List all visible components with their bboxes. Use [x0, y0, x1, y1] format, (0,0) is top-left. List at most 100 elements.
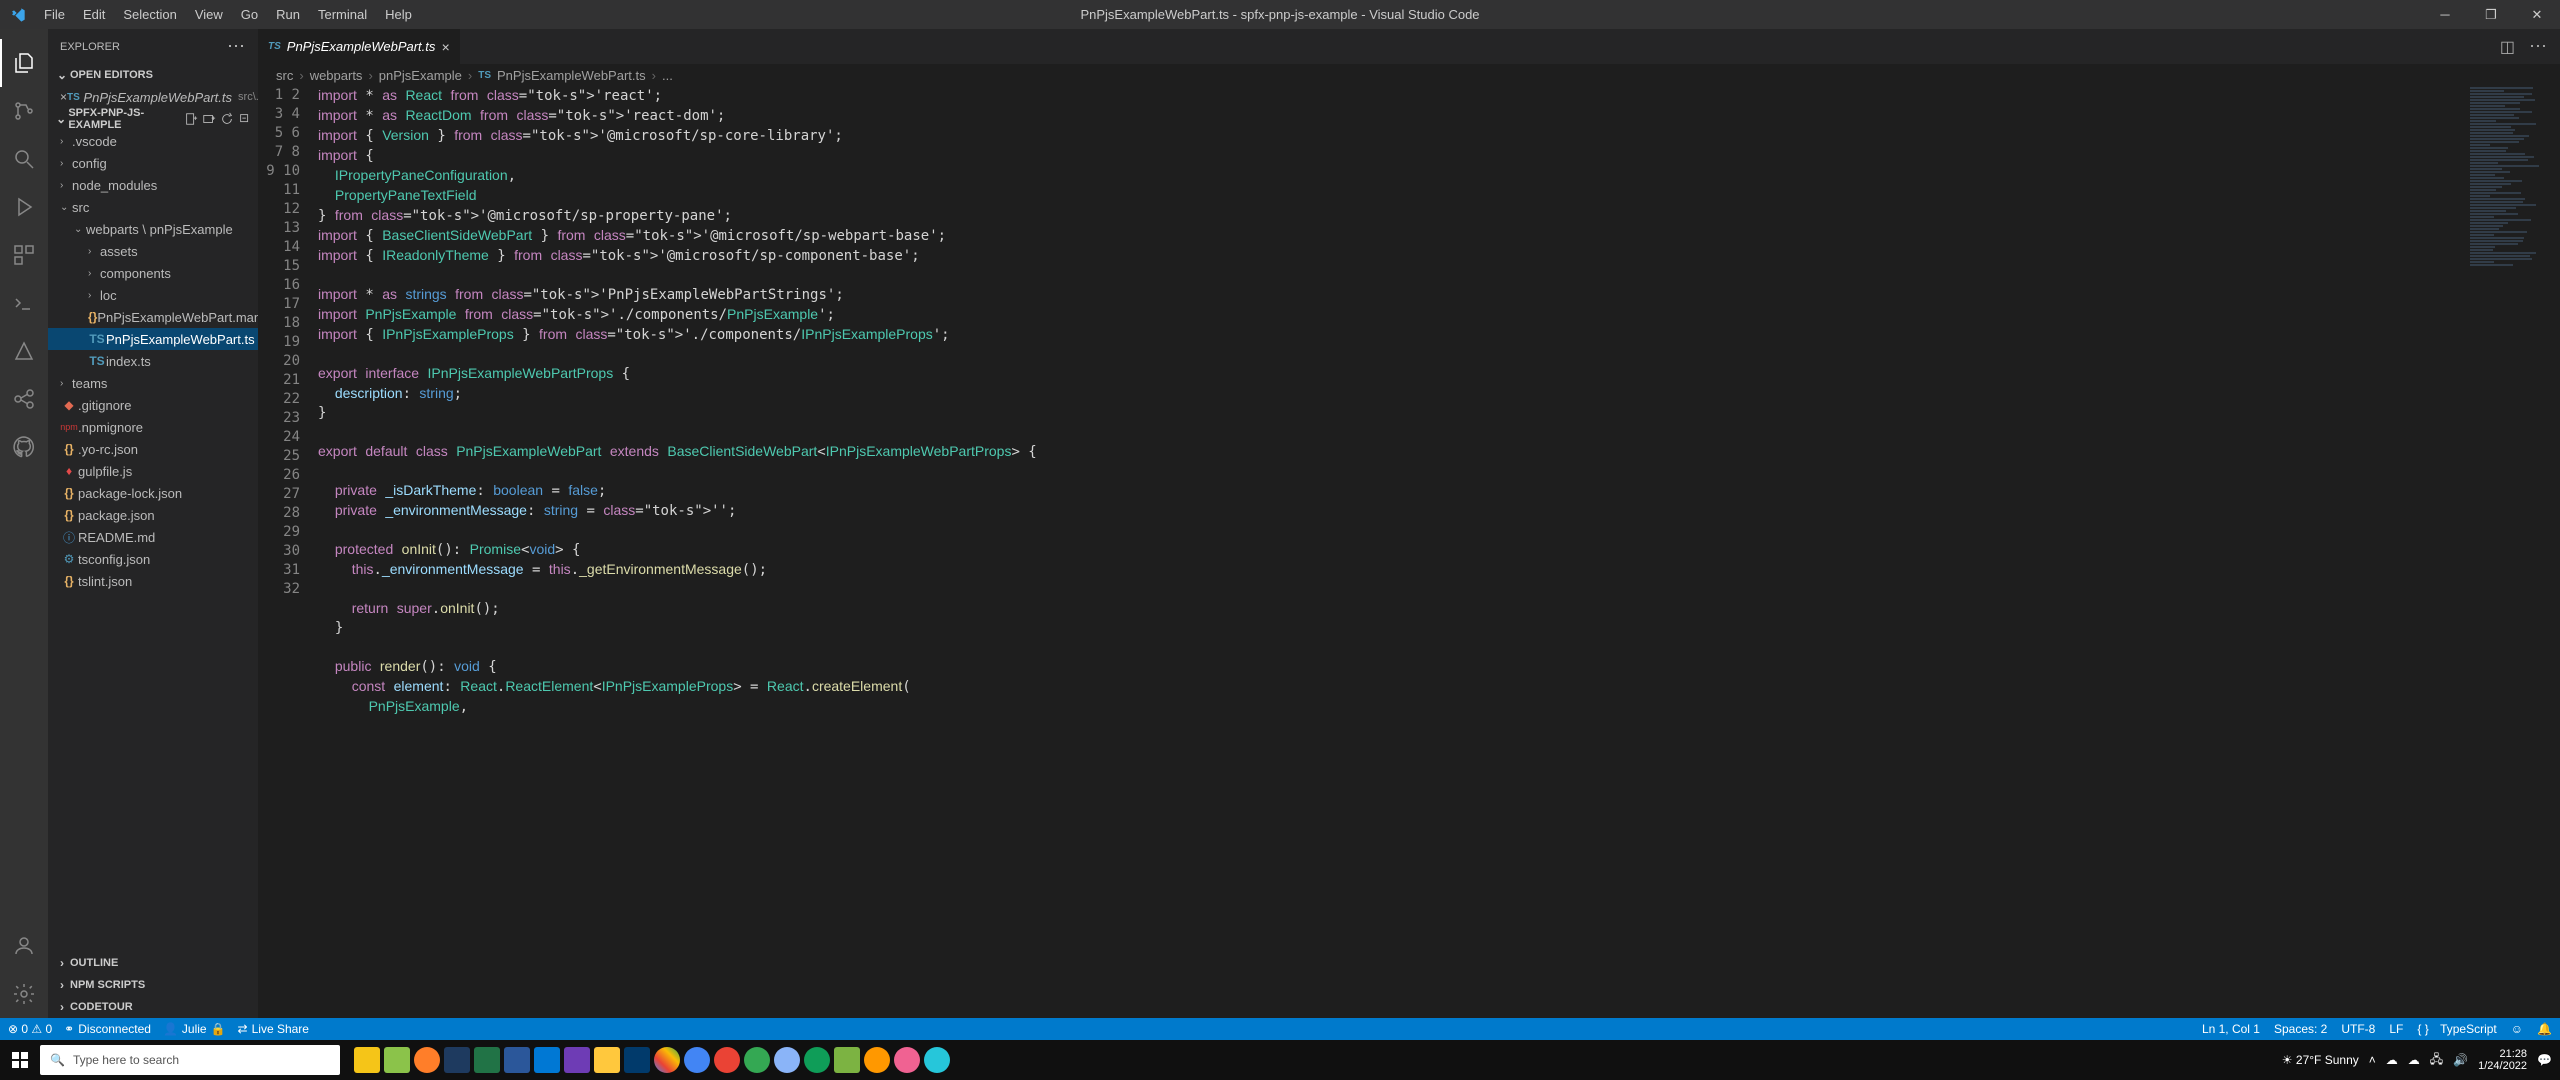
taskbar-app[interactable]: [774, 1047, 800, 1073]
folder-teams[interactable]: ›teams: [48, 372, 258, 394]
taskbar-app[interactable]: [924, 1047, 950, 1073]
file-package-json[interactable]: {}package.json: [48, 504, 258, 526]
weather-widget[interactable]: ☀ 27°F Sunny: [2282, 1053, 2359, 1067]
file-index-ts[interactable]: TSindex.ts: [48, 350, 258, 372]
taskbar-app[interactable]: [354, 1047, 380, 1073]
breadcrumb[interactable]: src› webparts› pnPjsExample› TS PnPjsExa…: [258, 64, 2560, 86]
outline-header[interactable]: ›OUTLINE: [48, 952, 258, 974]
taskbar-app[interactable]: [654, 1047, 680, 1073]
status-liveshare[interactable]: ⇄Live Share: [238, 1022, 309, 1036]
status-encoding[interactable]: UTF-8: [2341, 1022, 2375, 1036]
maximize-button[interactable]: ❐: [2468, 0, 2514, 29]
status-user[interactable]: 👤Julie🔒: [163, 1022, 226, 1036]
status-language[interactable]: { } TypeScript: [2417, 1022, 2496, 1036]
status-bell-icon[interactable]: 🔔: [2537, 1022, 2552, 1036]
folder-webparts[interactable]: ⌄webparts \ pnPjsExample: [48, 218, 258, 240]
folder-components[interactable]: ›components: [48, 262, 258, 284]
file-tslint[interactable]: {}tslint.json: [48, 570, 258, 592]
open-editors-header[interactable]: ⌄OPEN EDITORS: [48, 64, 258, 86]
folder-loc[interactable]: ›loc: [48, 284, 258, 306]
taskbar-app[interactable]: [684, 1047, 710, 1073]
source-control-icon[interactable]: [0, 87, 48, 135]
taskbar-app[interactable]: [624, 1047, 650, 1073]
file-readme[interactable]: ⓘREADME.md: [48, 526, 258, 548]
breadcrumb-item[interactable]: PnPjsExampleWebPart.ts: [497, 68, 646, 83]
tray-notifications-icon[interactable]: 💬: [2537, 1053, 2552, 1067]
collapse-all-icon[interactable]: [238, 112, 252, 126]
remote-explorer-icon[interactable]: [0, 279, 48, 327]
taskbar-app-vscode[interactable]: [534, 1047, 560, 1073]
close-button[interactable]: ✕: [2514, 0, 2560, 29]
open-editor-item[interactable]: × TS PnPjsExampleWebPart.ts src\...: [48, 86, 258, 108]
folder-vscode[interactable]: ›.vscode: [48, 130, 258, 152]
folder-node-modules[interactable]: ›node_modules: [48, 174, 258, 196]
taskbar-app[interactable]: [594, 1047, 620, 1073]
folder-assets[interactable]: ›assets: [48, 240, 258, 262]
menu-selection[interactable]: Selection: [114, 3, 185, 26]
status-remote[interactable]: ⚭Disconnected: [64, 1022, 151, 1036]
taskbar-app[interactable]: [384, 1047, 410, 1073]
code-editor[interactable]: 1 2 3 4 5 6 7 8 9 10 11 12 13 14 15 16 1…: [258, 86, 2560, 1018]
editor-more-icon[interactable]: ⋯: [2529, 36, 2548, 57]
status-cursor[interactable]: Ln 1, Col 1: [2202, 1022, 2260, 1036]
taskbar-app[interactable]: [444, 1047, 470, 1073]
breadcrumb-item[interactable]: webparts: [310, 68, 363, 83]
taskbar-app[interactable]: [474, 1047, 500, 1073]
live-share-icon[interactable]: [0, 375, 48, 423]
menu-run[interactable]: Run: [267, 3, 309, 26]
file-manifest[interactable]: {}PnPjsExampleWebPart.manifest....: [48, 306, 258, 328]
tray-chevron-icon[interactable]: ˄: [2369, 1053, 2376, 1067]
github-icon[interactable]: [0, 423, 48, 471]
minimap[interactable]: [2466, 86, 2546, 1018]
close-icon[interactable]: ×: [60, 90, 67, 104]
refresh-icon[interactable]: [220, 112, 234, 126]
status-problems[interactable]: ⊗ 0 ⚠ 0: [8, 1022, 52, 1036]
file-gulpfile[interactable]: ♦gulpfile.js: [48, 460, 258, 482]
file-package-lock[interactable]: {}package-lock.json: [48, 482, 258, 504]
code-content[interactable]: import * as React from class="tok-s">'re…: [318, 86, 2560, 1018]
tray-onedrive-icon[interactable]: ☁: [2408, 1053, 2420, 1067]
taskbar-app[interactable]: [894, 1047, 920, 1073]
split-editor-icon[interactable]: ◫: [2500, 37, 2515, 57]
run-debug-icon[interactable]: [0, 183, 48, 231]
tray-network-icon[interactable]: 🖧: [2430, 1050, 2443, 1071]
menu-edit[interactable]: Edit: [74, 3, 114, 26]
extensions-icon[interactable]: [0, 231, 48, 279]
codetour-header[interactable]: ›CODETOUR: [48, 996, 258, 1018]
taskbar-app[interactable]: [834, 1047, 860, 1073]
explorer-icon[interactable]: [0, 39, 48, 87]
status-indent[interactable]: Spaces: 2: [2274, 1022, 2327, 1036]
new-file-icon[interactable]: [184, 112, 198, 126]
status-feedback-icon[interactable]: ☺: [2511, 1022, 2523, 1036]
taskbar-app[interactable]: [714, 1047, 740, 1073]
folder-src[interactable]: ⌄src: [48, 196, 258, 218]
tray-clock[interactable]: 21:28 1/24/2022: [2478, 1048, 2527, 1072]
explorer-more-icon[interactable]: ⋯: [227, 36, 246, 57]
file-tsconfig[interactable]: ⚙tsconfig.json: [48, 548, 258, 570]
settings-gear-icon[interactable]: [0, 970, 48, 1018]
start-button[interactable]: [0, 1040, 40, 1080]
close-tab-icon[interactable]: ×: [441, 39, 449, 55]
taskbar-app[interactable]: [414, 1047, 440, 1073]
azure-icon[interactable]: [0, 327, 48, 375]
new-folder-icon[interactable]: [202, 112, 216, 126]
tray-cloud-icon[interactable]: ☁: [2386, 1053, 2398, 1067]
taskbar-search[interactable]: 🔍 Type here to search: [40, 1045, 340, 1075]
editor-tab-active[interactable]: TS PnPjsExampleWebPart.ts ×: [258, 29, 461, 64]
project-header[interactable]: ⌄SPFX-PNP-JS-EXAMPLE: [48, 108, 258, 130]
minimize-button[interactable]: ─: [2422, 0, 2468, 29]
file-gitignore[interactable]: ◆.gitignore: [48, 394, 258, 416]
menu-help[interactable]: Help: [376, 3, 421, 26]
breadcrumb-item[interactable]: pnPjsExample: [379, 68, 462, 83]
tray-volume-icon[interactable]: 🔊: [2453, 1053, 2468, 1067]
taskbar-app[interactable]: [804, 1047, 830, 1073]
account-icon[interactable]: [0, 922, 48, 970]
menu-go[interactable]: Go: [232, 3, 267, 26]
file-webpart-ts[interactable]: TSPnPjsExampleWebPart.ts: [48, 328, 258, 350]
taskbar-app[interactable]: [504, 1047, 530, 1073]
file-yorc[interactable]: {}.yo-rc.json: [48, 438, 258, 460]
menu-view[interactable]: View: [186, 3, 232, 26]
taskbar-app[interactable]: [564, 1047, 590, 1073]
file-npmignore[interactable]: npm.npmignore: [48, 416, 258, 438]
folder-config[interactable]: ›config: [48, 152, 258, 174]
